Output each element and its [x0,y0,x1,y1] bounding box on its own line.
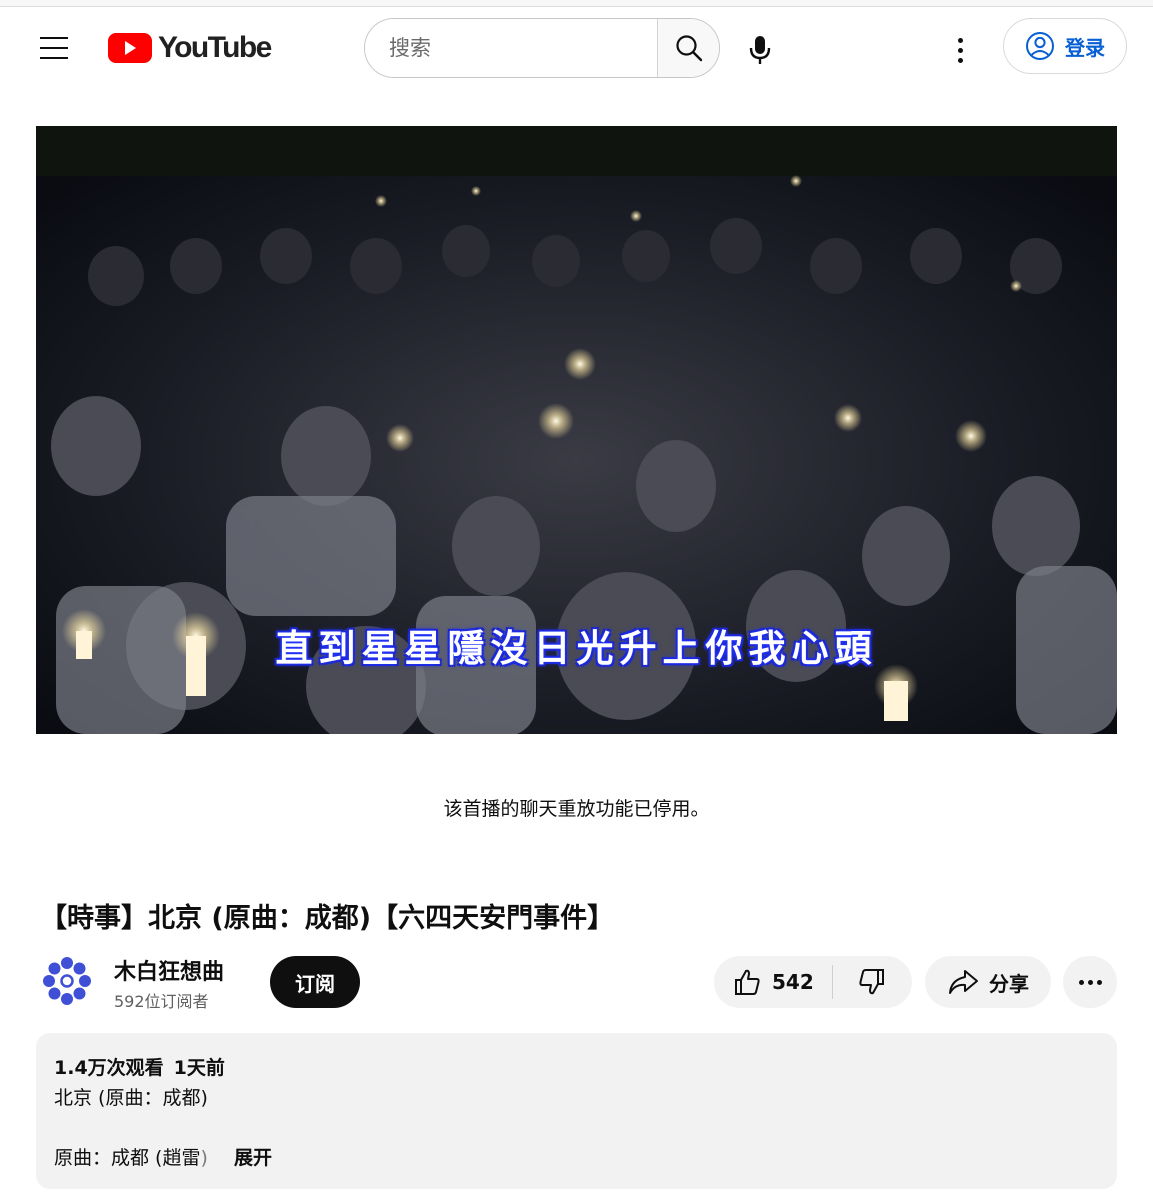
search-input[interactable] [365,19,657,77]
owner-row: 木白狂想曲 592位订阅者 订阅 542 分享 [40,952,1120,1016]
thumbs-down-icon [859,969,884,995]
like-button[interactable]: 542 [714,956,832,1008]
video-subtitle: 直到星星隱沒日光升上你我心頭 [275,626,878,670]
description-meta: 1.4万次观看 1天前 [54,1053,225,1080]
channel-avatar[interactable] [40,954,94,1008]
video-title: 【時事】北京 (原曲：成都)【六四天安門事件】 [40,903,615,934]
like-count: 542 [772,970,814,994]
channel-name[interactable]: 木白狂想曲 [114,954,224,986]
subscriber-count: 592位订阅者 [114,992,209,1011]
share-label: 分享 [989,971,1029,996]
share-icon [949,970,978,994]
publish-date: 1天前 [173,1057,225,1079]
like-dislike-group: 542 [714,956,912,1008]
menu-icon[interactable] [36,30,72,66]
subscribe-button[interactable]: 订阅 [270,956,360,1008]
description-line-2-text: 原曲：成都 (趙雷 [54,1147,201,1169]
chat-replay-notice: 该首播的聊天重放功能已停用。 [443,798,710,820]
settings-more-icon[interactable] [940,28,980,72]
view-count: 1.4万次观看 [54,1057,164,1079]
description-line-2: 原曲：成都 (趙雷) [54,1143,208,1170]
dislike-button[interactable] [833,956,911,1008]
description-line-2-fade: ) [200,1147,208,1169]
masthead: YouTube 登录 [0,6,1153,90]
search-button[interactable] [657,19,719,77]
play-logo-icon [108,33,152,63]
signin-label: 登录 [1065,35,1105,60]
share-button[interactable]: 分享 [925,956,1051,1008]
account-icon [1026,32,1054,60]
video-player[interactable]: 直到星星隱沒日光升上你我心頭 [36,126,1117,734]
search-icon [675,35,702,62]
description-box[interactable]: 1.4万次观看 1天前 北京 (原曲：成都) 原曲：成都 (趙雷) 展开 [36,1033,1117,1189]
more-actions-icon[interactable] [1063,956,1117,1008]
expand-button[interactable]: 展开 [234,1143,272,1170]
microphone-icon [749,36,771,64]
thumbs-up-icon [735,969,760,995]
logo-text: YouTube [158,31,272,64]
search-box [364,18,720,78]
voice-search-button[interactable] [738,28,782,72]
youtube-logo[interactable]: YouTube [108,28,272,68]
description-line-1: 北京 (原曲：成都) [54,1087,208,1109]
signin-button[interactable]: 登录 [1003,18,1127,74]
